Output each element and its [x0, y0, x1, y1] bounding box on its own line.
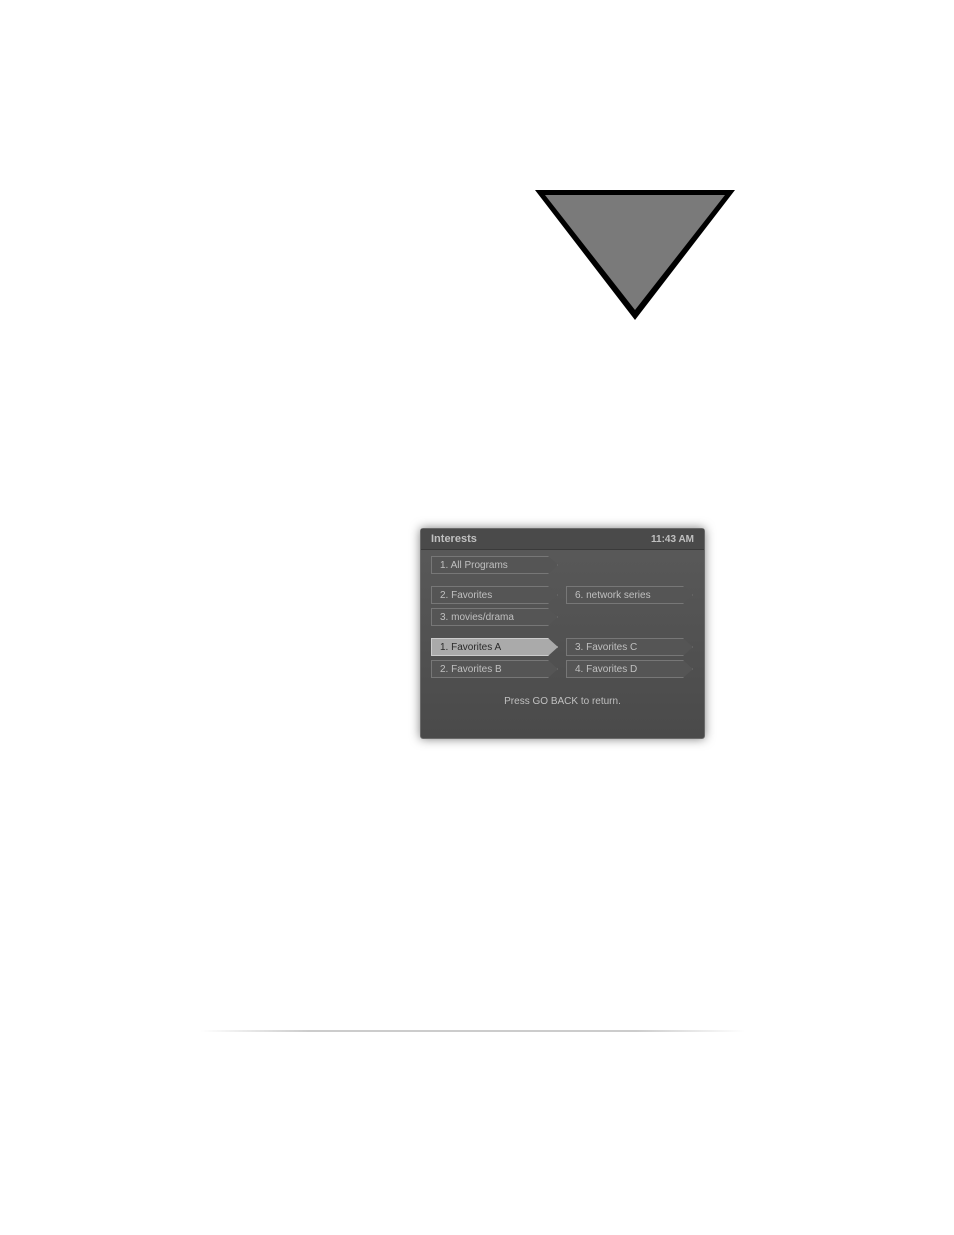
menu-item-label: 2. Favorites: [440, 590, 492, 601]
menu-item-label: 3. Favorites C: [575, 642, 637, 653]
menu-item-all-programs[interactable]: 1. All Programs: [431, 556, 558, 574]
down-triangle-icon: [535, 190, 735, 320]
menu-header: Interests 11:43 AM: [421, 529, 704, 550]
menu-item-network-series[interactable]: 6. network series: [566, 586, 693, 604]
menu-item-label: 2. Favorites B: [440, 664, 502, 675]
menu-item-favorites-b[interactable]: 2. Favorites B: [431, 660, 558, 678]
menu-item-favorites-c[interactable]: 3. Favorites C: [566, 638, 693, 656]
menu-footer: Press GO BACK to return.: [421, 688, 704, 711]
menu-item-label: 6. network series: [575, 590, 651, 601]
menu-title: Interests: [431, 533, 477, 545]
menu-item-movies-drama[interactable]: 3. movies/drama: [431, 608, 558, 626]
divider-line: [200, 1030, 745, 1032]
menu-time: 11:43 AM: [651, 534, 694, 545]
menu-item-label: 1. Favorites A: [440, 642, 501, 653]
interests-menu-panel: Interests 11:43 AM 1. All Programs 2. Fa…: [420, 528, 705, 739]
menu-item-favorites-d[interactable]: 4. Favorites D: [566, 660, 693, 678]
menu-item-label: 4. Favorites D: [575, 664, 637, 675]
menu-item-favorites[interactable]: 2. Favorites: [431, 586, 558, 604]
menu-item-label: 3. movies/drama: [440, 612, 514, 623]
menu-item-favorites-a[interactable]: 1. Favorites A: [431, 638, 558, 656]
menu-item-label: 1. All Programs: [440, 560, 508, 571]
menu-content: 1. All Programs 2. Favorites 6. network …: [421, 550, 704, 688]
